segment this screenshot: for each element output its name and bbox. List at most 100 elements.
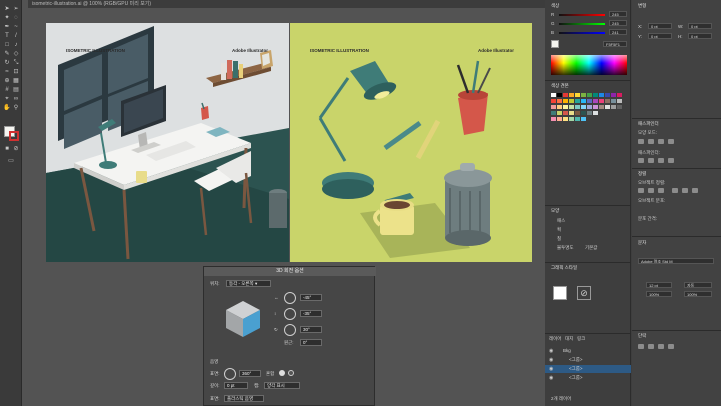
surface-dial[interactable] xyxy=(224,368,236,380)
merge-icon[interactable] xyxy=(658,158,664,163)
selection-tool-icon[interactable]: ➤ xyxy=(3,6,11,13)
graphic-style-none[interactable]: ⊘ xyxy=(577,286,591,300)
pencil-tool-icon[interactable]: ✎ xyxy=(3,51,11,58)
screen-mode-icon[interactable]: ▭ xyxy=(7,158,15,165)
eye-icon[interactable]: ◉ xyxy=(549,366,553,372)
rotate-tool-icon[interactable]: ↻ xyxy=(3,60,11,67)
align-top-icon[interactable] xyxy=(672,188,678,193)
swatches-grid[interactable] xyxy=(551,93,627,133)
r-slider[interactable] xyxy=(559,14,605,16)
z-rotation-field[interactable]: 30° xyxy=(300,326,322,333)
unite-icon[interactable] xyxy=(638,139,644,144)
perspective-grid-icon[interactable]: ▦ xyxy=(12,78,20,85)
cap-label: 캡: xyxy=(254,383,260,388)
surface-field[interactable]: 360° xyxy=(239,370,261,377)
color-mode-icon[interactable]: ■ xyxy=(3,146,11,153)
direct-selection-tool-icon[interactable]: ➢ xyxy=(12,6,20,13)
paintbrush-tool-icon[interactable]: ♪ xyxy=(12,42,20,49)
minus-front-icon[interactable] xyxy=(648,139,654,144)
appearance-opacity-label[interactable]: 불투명도 xyxy=(557,245,574,251)
appearance-fill-label[interactable]: 칠 xyxy=(557,236,561,242)
fill-color-chip[interactable] xyxy=(551,40,559,48)
document-tab[interactable]: isometric-illustration.ai @ 100% (RGB/GP… xyxy=(28,0,548,8)
type-tool-icon[interactable]: T xyxy=(3,33,11,40)
intersect-icon[interactable] xyxy=(658,139,664,144)
perspective-field[interactable]: 0° xyxy=(300,339,322,346)
shape-builder-tool-icon[interactable]: ⊕ xyxy=(3,78,11,85)
align-middle-icon[interactable] xyxy=(682,188,688,193)
tab-layers[interactable]: 레이어 xyxy=(549,336,561,342)
g-slider[interactable] xyxy=(559,23,605,25)
h-field[interactable]: 0 pt xyxy=(688,33,712,39)
x-rotation-dial[interactable] xyxy=(284,292,296,304)
align-center-text-icon[interactable] xyxy=(648,344,654,349)
gradient-tool-icon[interactable]: ▤ xyxy=(12,87,20,94)
leading-field[interactable]: 자동 xyxy=(684,282,712,288)
horizontal-scale-field[interactable]: 100% xyxy=(646,291,672,297)
w-field[interactable]: 0 pt xyxy=(688,23,712,29)
3d-cube-preview[interactable] xyxy=(222,297,264,339)
zoom-tool-icon[interactable]: ⚲ xyxy=(12,105,20,112)
align-right-icon[interactable] xyxy=(658,188,664,193)
eyedropper-tool-icon[interactable]: ⌖ xyxy=(3,96,11,103)
tab-artboards[interactable]: 대지 xyxy=(565,336,573,342)
cap-select[interactable]: 양각 표시 xyxy=(264,382,300,389)
font-size-field[interactable]: 12 pt xyxy=(646,282,672,288)
g-field[interactable]: 245 xyxy=(609,20,627,26)
hex-field[interactable]: F5F5F1 xyxy=(603,41,627,47)
artboard-right[interactable]: ISOMETRIC ILLUSTRATION Adobe Illustrator xyxy=(290,23,532,262)
align-left-text-icon[interactable] xyxy=(638,344,644,349)
tab-links[interactable]: 링크 xyxy=(577,336,585,342)
align-right-text-icon[interactable] xyxy=(658,344,664,349)
line-tool-icon[interactable]: / xyxy=(12,33,20,40)
position-select[interactable]: 등각 - 오른쪽 ▾ xyxy=(226,280,271,287)
eye-icon[interactable]: ◉ xyxy=(549,357,553,363)
blend-toggle-icon[interactable] xyxy=(279,370,285,376)
layer-row[interactable]: ◉ <그룹> xyxy=(545,356,631,364)
align-left-icon[interactable] xyxy=(638,188,644,193)
z-rotation-dial[interactable] xyxy=(284,324,296,336)
graphic-style-default[interactable] xyxy=(553,286,567,300)
b-field[interactable]: 241 xyxy=(609,29,627,35)
eraser-tool-icon[interactable]: ◇ xyxy=(12,51,20,58)
r-field[interactable]: 245 xyxy=(609,11,627,17)
free-transform-tool-icon[interactable]: ⊡ xyxy=(12,69,20,76)
eye-icon[interactable]: ◉ xyxy=(549,348,553,354)
y-rotation-dial[interactable] xyxy=(284,308,296,320)
hand-tool-icon[interactable]: ✋ xyxy=(3,105,11,112)
blend-tool-icon[interactable]: ∞ xyxy=(12,96,20,103)
trim-icon[interactable] xyxy=(648,158,654,163)
blend-toggle-alt-icon[interactable] xyxy=(288,370,294,376)
x-field[interactable]: 0 pt xyxy=(648,23,672,29)
y-field[interactable]: 0 pt xyxy=(648,33,672,39)
lasso-tool-icon[interactable]: ◌ xyxy=(12,15,20,22)
x-rotation-field[interactable]: -45° xyxy=(300,294,322,301)
y-rotation-field[interactable]: -35° xyxy=(300,310,322,317)
curvature-tool-icon[interactable]: ~ xyxy=(12,24,20,31)
exclude-icon[interactable] xyxy=(668,139,674,144)
vertical-scale-field[interactable]: 100% xyxy=(684,291,712,297)
align-bottom-icon[interactable] xyxy=(692,188,698,193)
justify-text-icon[interactable] xyxy=(668,344,674,349)
surface-type-select[interactable]: 플라스틱 음영 xyxy=(224,395,264,402)
layer-row[interactable]: ◉ <그룹> xyxy=(545,365,631,373)
scale-tool-icon[interactable]: ⤡ xyxy=(12,60,20,67)
stroke-swatch[interactable] xyxy=(9,131,19,141)
mesh-tool-icon[interactable]: # xyxy=(3,87,11,94)
b-slider[interactable] xyxy=(559,32,605,34)
eye-icon[interactable]: ◉ xyxy=(549,375,553,381)
width-tool-icon[interactable]: ≈ xyxy=(3,69,11,76)
align-center-icon[interactable] xyxy=(648,188,654,193)
divide-icon[interactable] xyxy=(638,158,644,163)
crop-icon[interactable] xyxy=(668,158,674,163)
font-family-select[interactable]: Adobe 명조 Std M xyxy=(638,258,714,264)
pen-tool-icon[interactable]: ✒ xyxy=(3,24,11,31)
artboard-left[interactable]: ISOMETRIC ILLUSTRATION Adobe Illustrator xyxy=(46,23,289,262)
layer-row[interactable]: ◉ <그룹> xyxy=(545,374,631,382)
depth-field[interactable]: 0 pt xyxy=(224,382,248,389)
layer-row[interactable]: ◉ Bkg xyxy=(545,347,631,355)
magic-wand-icon[interactable]: ✦ xyxy=(3,15,11,22)
none-mode-icon[interactable]: ⊘ xyxy=(12,146,20,153)
appearance-stroke-label[interactable]: 획 xyxy=(557,227,561,233)
rectangle-tool-icon[interactable]: □ xyxy=(3,42,11,49)
